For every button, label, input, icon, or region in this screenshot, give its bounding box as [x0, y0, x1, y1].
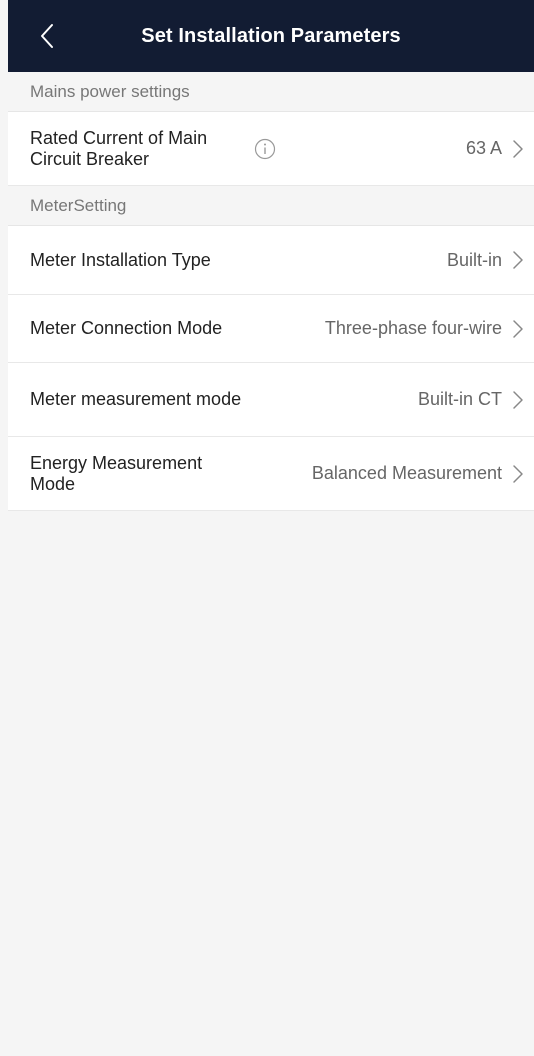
chevron-right-icon [512, 390, 524, 410]
meter-installation-type-label: Meter Installation Type [30, 249, 211, 270]
energy-measurement-mode-label: Energy Measurement Mode [30, 452, 203, 494]
chevron-right-icon [512, 319, 524, 339]
section-header-meter: MeterSetting [8, 186, 534, 226]
rated-current-row[interactable]: Rated Current of Main Circuit Breaker 63… [8, 112, 534, 186]
back-button[interactable] [36, 22, 60, 50]
meter-measurement-mode-label: Meter measurement mode [30, 389, 242, 409]
chevron-right-icon [512, 464, 524, 484]
meter-installation-type-value: Built-in [446, 249, 502, 270]
meter-connection-mode-label: Meter Connection Mode [30, 318, 223, 338]
energy-measurement-mode-value: Balanced Measurement [311, 463, 502, 483]
chevron-left-icon [41, 24, 53, 48]
rated-current-label: Rated Current of Main Circuit Breaker [30, 127, 208, 169]
energy-measurement-mode-row[interactable]: Energy Measurement Mode Balanced Measure… [8, 437, 534, 511]
rated-current-value: 63 A [465, 138, 502, 158]
meter-installation-type-row[interactable]: Meter Installation Type Built-in [8, 226, 534, 295]
meter-connection-mode-row[interactable]: Meter Connection Mode Three-phase four-w… [8, 295, 534, 363]
chevron-right-icon [512, 250, 524, 270]
info-icon[interactable] [254, 138, 276, 160]
meter-measurement-mode-value: Built-in CT [417, 389, 502, 409]
section-header-mains: Mains power settings [8, 72, 534, 112]
page-title: Set Installation Parameters [141, 24, 401, 47]
screen: Set Installation Parameters Mains power … [8, 0, 534, 1056]
nav-header: Set Installation Parameters [8, 0, 534, 72]
meter-measurement-mode-row[interactable]: Meter measurement mode Built-in CT [8, 363, 534, 437]
chevron-right-icon [512, 139, 524, 159]
meter-connection-mode-value: Three-phase four-wire [324, 318, 502, 338]
